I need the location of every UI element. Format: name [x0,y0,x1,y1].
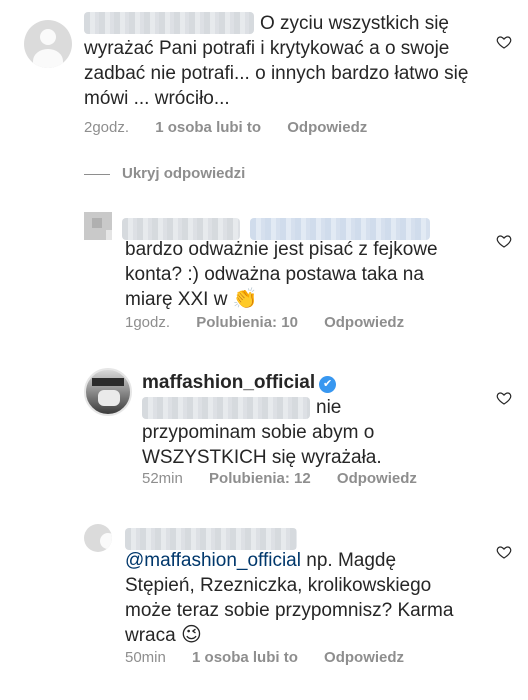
reply-meta: 1godz. Polubienia: 10 Odpowiedz [125,314,426,331]
blurred-mention[interactable] [142,397,310,419]
reply-text-part-2: przypominam sobie abym o WSZYSTKICH się … [142,422,382,468]
reply-button[interactable]: Odpowiedz [324,314,404,331]
reply-button[interactable]: Odpowiedz [287,119,367,136]
reply-2: maffashion_official ✔ nie przypominam sob… [0,360,528,500]
clapping-hands-icon: 👏 [232,288,258,310]
comment-1: O zyciu wszystkich się wyrażać Pani potr… [0,0,528,150]
heart-outline-icon[interactable] [496,390,512,406]
reply-time[interactable]: 50min [125,649,166,666]
hide-replies-label[interactable]: Ukryj odpowiedzi [122,165,245,182]
reply-time[interactable]: 52min [142,470,183,487]
reply-text: bardzo odważnie jest pisać z fejkowe kon… [125,237,475,312]
mention-link[interactable]: @maffashion_official [125,550,301,571]
winking-face-icon: 😉 [180,624,202,646]
comment-likes[interactable]: 1 osoba lubi to [155,119,261,136]
verified-badge-icon: ✔ [319,376,337,393]
comment-time[interactable]: 2godz. [84,119,129,136]
heart-outline-icon[interactable] [496,233,512,249]
user-avatar[interactable] [84,212,112,240]
reply-1: bardzo odważnie jest pisać z fejkowe kon… [0,200,528,340]
reply-time[interactable]: 1godz. [125,314,170,331]
reply-text-part-1: nie [316,397,342,418]
default-avatar-icon[interactable] [24,20,72,68]
reply-3: @maffashion_official np. Magdę Stępień, … [0,510,528,700]
hide-replies-line [84,174,110,175]
comment-text: O zyciu wszystkich się wyrażać Pani potr… [84,13,469,109]
user-avatar[interactable] [84,368,132,416]
reply-likes[interactable]: 1 osoba lubi to [192,649,298,666]
blurred-username[interactable] [125,528,297,550]
reply-likes[interactable]: Polubienia: 10 [196,314,298,331]
reply-meta: 50min 1 osoba lubi to Odpowiedz [125,649,426,666]
reply-button[interactable]: Odpowiedz [337,470,417,487]
username[interactable]: maffashion_official [142,372,315,393]
reply-text: @maffashion_official np. Magdę Stępień, … [125,548,455,648]
default-avatar-icon[interactable] [84,524,112,552]
reply-likes[interactable]: Polubienia: 12 [209,470,311,487]
reply-header: maffashion_official ✔ [142,370,472,395]
heart-outline-icon[interactable] [496,544,512,560]
comment-meta: 2godz. 1 osoba lubi to Odpowiedz [84,119,389,136]
heart-outline-icon[interactable] [496,34,512,50]
reply-button[interactable]: Odpowiedz [324,649,404,666]
reply-text-body: bardzo odważnie jest pisać z fejkowe kon… [125,239,438,310]
reply-meta: 52min Polubienia: 12 Odpowiedz [142,470,439,487]
